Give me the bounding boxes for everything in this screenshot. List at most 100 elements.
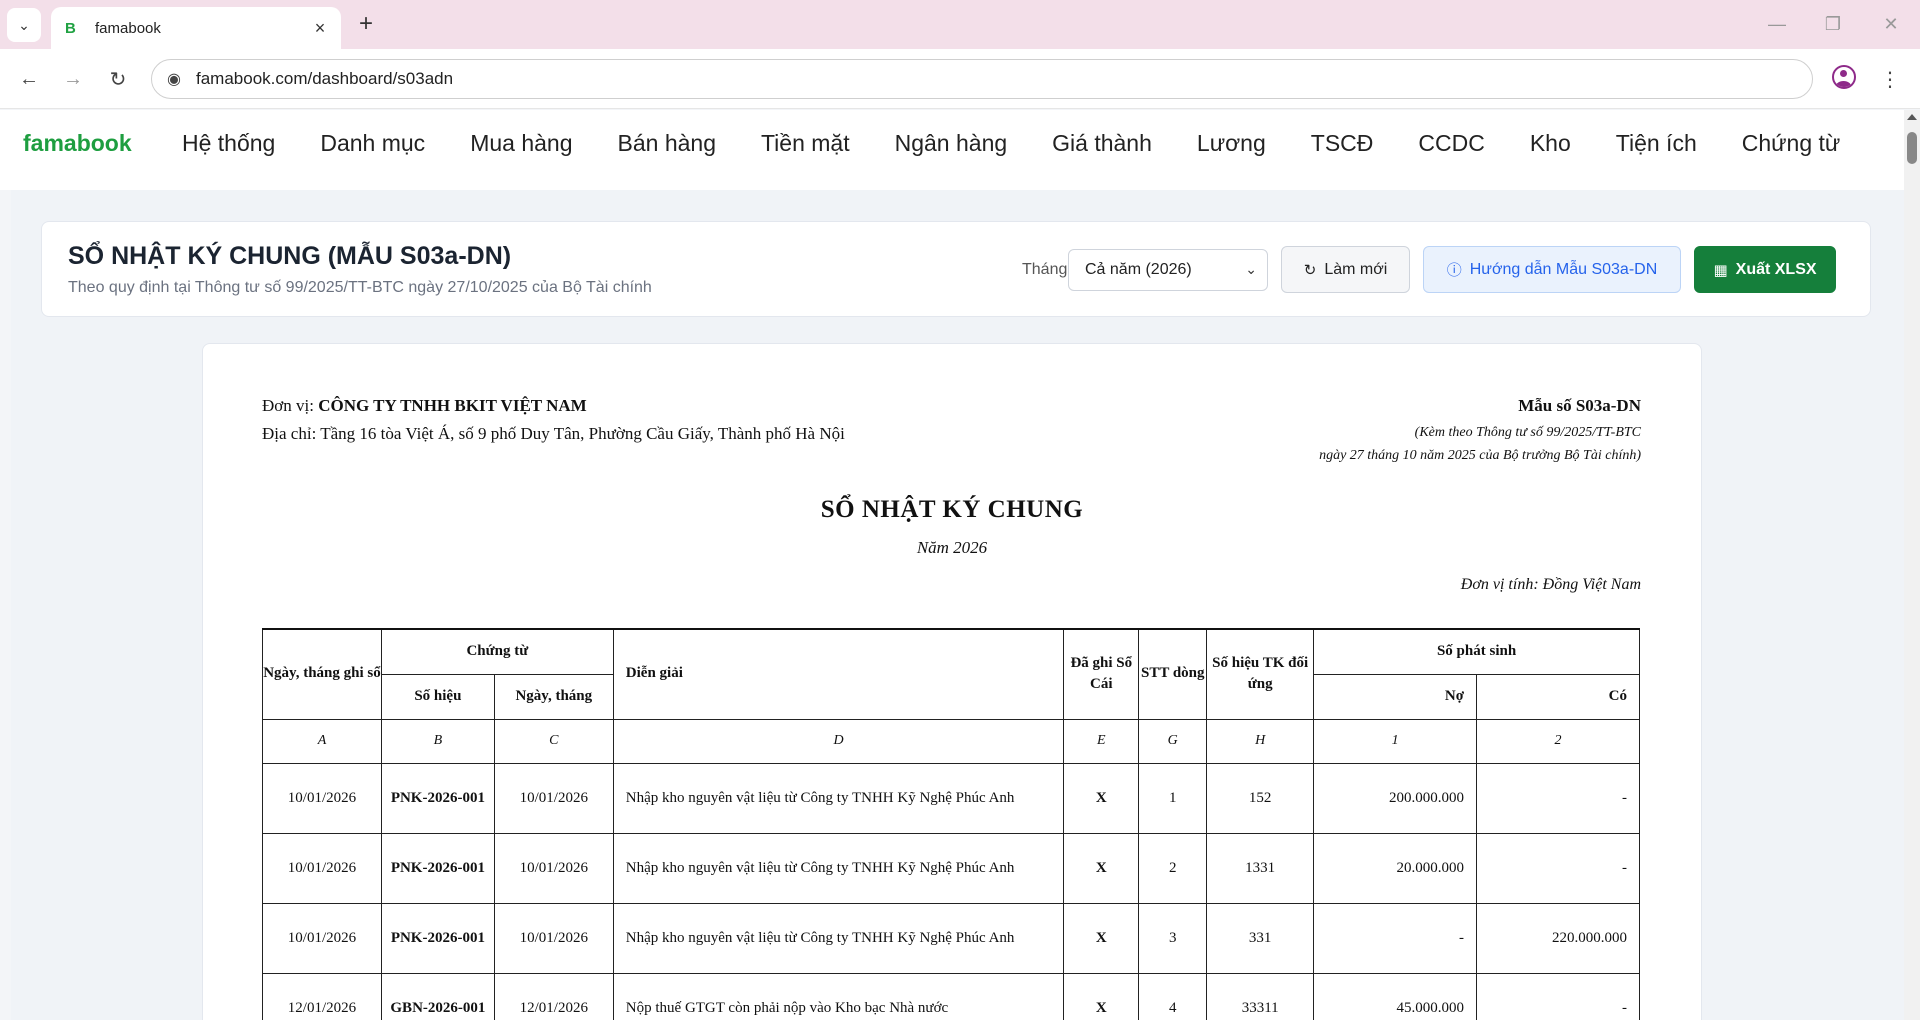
export-xlsx-button[interactable]: ▦ Xuất XLSX [1694,246,1836,293]
menu-item-ngan-hang[interactable]: Ngân hàng [895,130,1008,157]
menu-item-tscd[interactable]: TSCĐ [1311,130,1374,157]
cell-account: 152 [1206,762,1315,834]
table-row: 10/01/2026 PNK-2026-001 10/01/2026 Nhập … [262,762,1640,834]
cell-posted: X [1063,832,1140,904]
ledger-document: Đơn vị: CÔNG TY TNHH BKIT VIỆT NAM Địa c… [202,343,1702,1020]
form-note-1: (Kèm theo Thông tư số 99/2025/TT-BTC [1414,425,1641,440]
cell-debit: 45.000.000 [1313,972,1478,1020]
menu-item-ccdc[interactable]: CCDC [1418,130,1484,157]
header-voucher-date: Ngày, tháng [493,673,614,720]
forward-icon[interactable]: → [58,64,88,94]
guide-label: Hướng dẫn Mẫu S03a-DN [1469,260,1658,278]
more-menu-icon[interactable]: ⋮ [1878,64,1902,94]
cell-line-no: 4 [1138,972,1208,1020]
page-scrollbar[interactable] [1904,110,1920,1020]
menu-item-tien-mat[interactable]: Tiền mặt [761,130,850,157]
cell-description: Nhập kho nguyên vật liệu từ Công ty TNHH… [612,832,1065,904]
new-tab-button[interactable]: + [352,10,380,38]
form-code: Mẫu số S03a-DN [1518,396,1641,415]
header-credit: Có [1476,673,1640,720]
address-bar[interactable]: ◉ famabook.com/dashboard/s03adn [151,59,1813,99]
menu-item-tien-ich[interactable]: Tiện ích [1616,130,1697,157]
browser-tab-bar: ⌄ B famabook × + — ❐ ✕ [0,0,1920,49]
header-amount: Số phát sinh [1313,628,1640,675]
menu-item-danh-muc[interactable]: Danh mục [320,130,425,157]
main-content: SỔ NHẬT KÝ CHUNG (MẪU S03a-DN) Theo quy … [11,190,1904,1020]
site-info-icon[interactable]: ◉ [152,69,196,89]
menu-item-chung-tu[interactable]: Chứng từ [1742,130,1841,157]
refresh-button[interactable]: ↻ Làm mới [1281,246,1410,293]
page-subtitle: Theo quy định tại Thông tư số 99/2025/TT… [68,279,652,296]
browser-toolbar: ← → ↻ ◉ famabook.com/dashboard/s03adn ⋮ [0,49,1920,109]
minimize-icon[interactable]: — [1762,12,1792,36]
header-line-no: STT dòng [1138,628,1208,720]
cell-description: Nhập kho nguyên vật liệu từ Công ty TNHH… [612,902,1065,974]
cell-voucher-date: 10/01/2026 [493,762,614,834]
cell-account: 33311 [1206,972,1315,1020]
profile-icon[interactable] [1832,65,1856,89]
unit-prefix: Đơn vị: [262,396,319,415]
cell-voucher-date: 12/01/2026 [493,972,614,1020]
menu-item-he-thong[interactable]: Hệ thống [182,130,275,157]
ledger-table: Ngày, tháng ghi sổ Chứng từ Diễn giải Đã… [262,628,1640,1020]
column-code: A [262,718,382,764]
header-account: Số hiệu TK đối ứng [1206,628,1315,720]
unit-name: CÔNG TY TNHH BKIT VIỆT NAM [318,396,587,415]
month-select[interactable]: Cả năm (2026) ⌄ [1068,249,1268,291]
cell-line-no: 3 [1138,902,1208,974]
refresh-icon: ↻ [1303,261,1317,279]
cell-date: 10/01/2026 [262,832,382,904]
column-code: H [1206,718,1315,764]
cell-credit: 220.000.000 [1476,902,1640,974]
cell-voucher-no: PNK-2026-001 [380,902,495,974]
cell-posted: X [1063,902,1140,974]
unit-line: Đơn vị: CÔNG TY TNHH BKIT VIỆT NAM [262,396,587,416]
cell-credit: - [1476,832,1640,904]
header-voucher: Chứng từ [380,628,614,675]
cell-credit: - [1476,972,1640,1020]
cell-debit: - [1313,902,1478,974]
cell-voucher-date: 10/01/2026 [493,902,614,974]
scroll-thumb[interactable] [1907,132,1917,164]
browser-tab[interactable]: B famabook × [51,7,341,49]
tab-search-button[interactable]: ⌄ [7,8,41,42]
cell-voucher-no: GBN-2026-001 [380,972,495,1020]
column-code: G [1138,718,1208,764]
cell-posted: X [1063,972,1140,1020]
column-code: C [493,718,614,764]
menu-item-mua-hang[interactable]: Mua hàng [470,130,572,157]
menu-item-gia-thanh[interactable]: Giá thành [1052,130,1152,157]
cell-debit: 20.000.000 [1313,832,1478,904]
cell-line-no: 2 [1138,832,1208,904]
scroll-up-arrow[interactable] [1907,114,1917,120]
app-navbar: famabook Hệ thống Danh mục Mua hàng Bán … [0,110,1904,190]
export-label: Xuất XLSX [1735,260,1817,278]
unit-address: Địa chỉ: Tầng 16 tòa Việt Á, số 9 phố Du… [262,424,845,443]
chevron-down-icon: ⌄ [1245,261,1257,277]
header-description: Diễn giải [612,628,1065,720]
reload-icon[interactable]: ↻ [103,64,133,94]
document-year: Năm 2026 [916,538,988,557]
cell-voucher-no: PNK-2026-001 [380,762,495,834]
table-row: 12/01/2026 GBN-2026-001 12/01/2026 Nộp t… [262,972,1640,1020]
chevron-down-icon: ⌄ [18,16,30,33]
report-header-card: SỔ NHẬT KÝ CHUNG (MẪU S03a-DN) Theo quy … [41,221,1871,317]
menu-item-kho[interactable]: Kho [1530,130,1571,157]
refresh-label: Làm mới [1324,260,1388,278]
restore-icon[interactable]: ❐ [1818,12,1848,36]
cell-description: Nhập kho nguyên vật liệu từ Công ty TNHH… [612,762,1065,834]
table-row: 10/01/2026 PNK-2026-001 10/01/2026 Nhập … [262,902,1640,974]
cell-debit: 200.000.000 [1313,762,1478,834]
document-title: SỔ NHẬT KÝ CHUNG [820,496,1084,523]
menu-item-luong[interactable]: Lương [1197,130,1266,157]
cell-voucher-date: 10/01/2026 [493,832,614,904]
window-close-icon[interactable]: ✕ [1876,12,1906,36]
close-icon[interactable]: × [309,17,331,39]
guide-button[interactable]: ⓘ Hướng dẫn Mẫu S03a-DN [1423,246,1681,293]
menu-item-ban-hang[interactable]: Bán hàng [618,130,716,157]
cell-line-no: 1 [1138,762,1208,834]
back-icon[interactable]: ← [14,64,44,94]
brand-logo[interactable]: famabook [23,130,132,157]
column-code: 1 [1313,718,1478,764]
help-circle-icon: ⓘ [1446,262,1462,279]
